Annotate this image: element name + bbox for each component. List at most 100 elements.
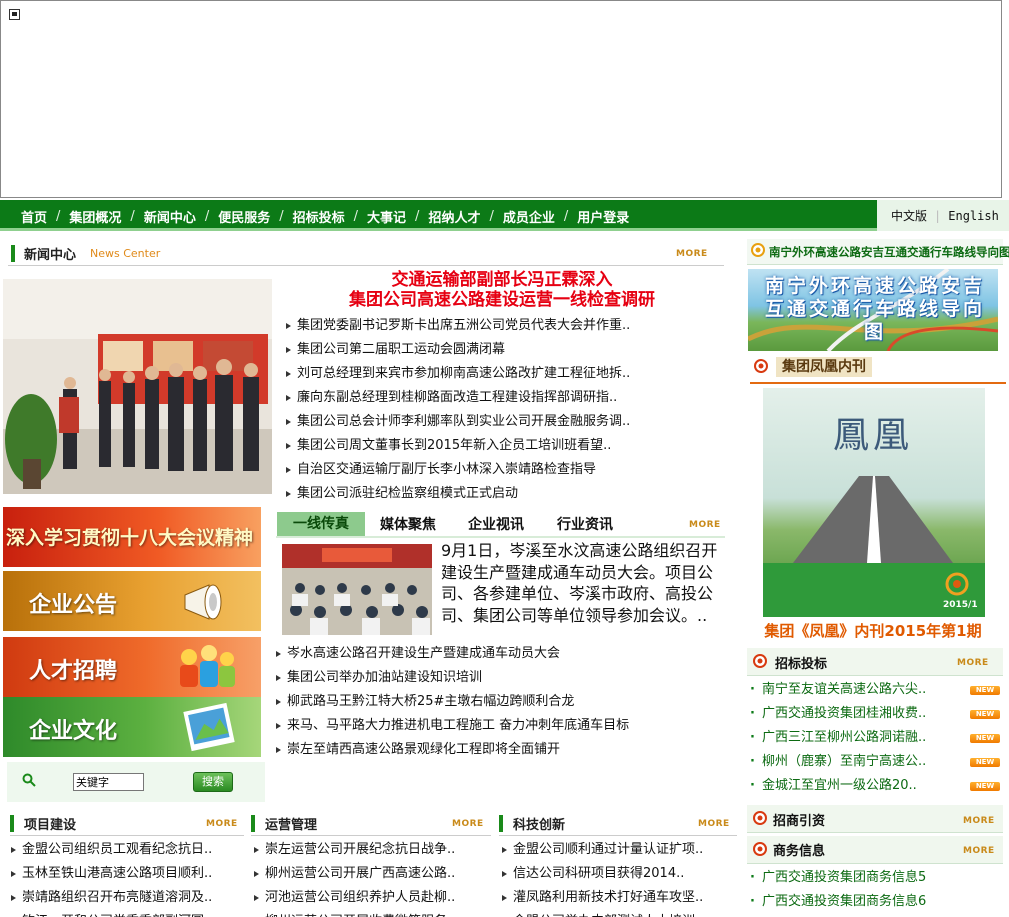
operation-item[interactable]: 柳州运营公司开展广西高速公路.. bbox=[251, 862, 479, 886]
news-item[interactable]: 刘可总经理到来宾市参加柳南高速公路改扩建工程征地拆.. bbox=[283, 362, 723, 386]
tab-frontline[interactable]: 一线传真 bbox=[277, 512, 365, 536]
tab-news-list: 岑水高速公路召开建设生产暨建成通车动员大会集团公司举办加油站建设知识培训柳武路马… bbox=[273, 642, 725, 762]
route-map-image[interactable]: 南宁外环高速公路安吉互通交通行车路线导向图 bbox=[748, 269, 998, 351]
tech-item[interactable]: 金盟公司举办内部测试人士培训.. bbox=[499, 910, 725, 917]
nav-item[interactable]: 新闻中心 bbox=[144, 207, 196, 226]
project-item[interactable]: 钦江…开和公司党委委部副河圆… bbox=[8, 910, 242, 917]
tab-industry[interactable]: 行业资讯 bbox=[557, 514, 613, 534]
promo-culture-label: 企业文化 bbox=[29, 719, 118, 744]
tab-news-item[interactable]: 柳武路马王黔江特大桥25#主墩右幅边跨顺利合龙 bbox=[273, 690, 725, 714]
tabs-more-link[interactable]: MORE bbox=[689, 520, 721, 530]
invest-more-link[interactable]: MORE bbox=[963, 816, 995, 826]
nav-separator: / bbox=[415, 209, 420, 224]
news-center-more-link[interactable]: MORE bbox=[676, 249, 708, 259]
promo-recruitment[interactable]: 人才招聘 bbox=[3, 637, 261, 697]
bidding-item[interactable]: 广西三江至柳州公路洞诺融.. NEW bbox=[748, 726, 1000, 750]
magazine-cover-title: 鳳凰 bbox=[833, 415, 914, 456]
project-item-text: 崇靖路组织召开布亮隧道溶洞及.. bbox=[22, 890, 213, 905]
news-item-text: 刘可总经理到来宾市参加柳南高速公路改扩建工程征地拆.. bbox=[297, 366, 631, 381]
bidding-item[interactable]: 南宁至友谊关高速公路六尖.. NEW bbox=[748, 678, 1000, 702]
tech-item[interactable]: 灌凤路利用新技术打好通车攻坚.. bbox=[499, 886, 725, 910]
project-item[interactable]: 崇靖路组织召开布亮隧道溶洞及.. bbox=[8, 886, 242, 910]
nav-item[interactable]: 大事记 bbox=[367, 207, 406, 226]
search-icon bbox=[22, 773, 36, 787]
route-map-caption: 南宁外环高速公路安吉互通交通行车路线导向图 bbox=[764, 275, 985, 343]
projects-more-link[interactable]: MORE bbox=[206, 819, 238, 829]
promo-study-spirit[interactable]: 深入学习贯彻十八大会议精神 bbox=[3, 507, 261, 567]
new-badge-icon: NEW bbox=[970, 734, 1000, 743]
news-center-header: 新闻中心 News Center MORE bbox=[8, 240, 724, 266]
news-item[interactable]: 集团公司派驻纪检监察组模式正式启动 bbox=[283, 482, 723, 506]
promo-study-label: 深入学习贯彻十八大会议精神 bbox=[6, 527, 254, 549]
feature-summary[interactable]: 9月1日，岑溪至水汶高速公路组织召开建设生产暨建成通车动员大会。项目公司、各参建… bbox=[441, 540, 731, 626]
bidding-header: 招标投标 MORE bbox=[747, 648, 1003, 676]
magazine-header: 集团凤凰内刊 bbox=[750, 354, 1006, 384]
nav-item[interactable]: 招纳人才 bbox=[428, 207, 480, 226]
news-item[interactable]: 廉向东副总经理到桂柳路面改造工程建设指挥部调研指.. bbox=[283, 386, 723, 410]
nav-item[interactable]: 便民服务 bbox=[218, 207, 270, 226]
feature-photo[interactable] bbox=[282, 544, 432, 635]
nav-items: 首页 / 集团概况 / 新闻中心 / 便民服务 / 招标投标 / 大事记 / 招纳人才 / 成员企业 / 用户登… bbox=[21, 207, 629, 226]
project-item[interactable]: 金盟公司组织员工观看纪念抗日.. bbox=[8, 838, 242, 862]
magazine-caption[interactable]: 集团《凤凰》内刊2015年第1期 bbox=[747, 620, 999, 641]
business-item-text: 广西交通投资集团商务信息6 bbox=[762, 894, 927, 909]
nav-separator: / bbox=[56, 209, 61, 224]
magazine-cover[interactable]: 鳳凰 2015/1 bbox=[763, 388, 985, 617]
operations-title: 运营管理 bbox=[265, 818, 318, 833]
nav-item[interactable]: 首页 bbox=[21, 207, 47, 226]
tech-item[interactable]: 信达公司科研项目获得2014.. bbox=[499, 862, 725, 886]
news-headline[interactable]: 交通运输部副部长冯正霖深入 集团公司高速公路建设运营一线检查调研 bbox=[282, 270, 722, 310]
new-badge-icon: NEW bbox=[970, 782, 1000, 791]
operation-item[interactable]: 河池运营公司组织养护人员赴柳.. bbox=[251, 886, 479, 910]
nav-item[interactable]: 用户登录 bbox=[577, 207, 629, 226]
operations-more-link[interactable]: MORE bbox=[452, 819, 484, 829]
bidding-item[interactable]: 柳州（鹿寨）至南宁高速公.. NEW bbox=[748, 750, 1000, 774]
tab-media[interactable]: 媒体聚焦 bbox=[380, 514, 436, 534]
tab-news-item-text: 集团公司举办加油站建设知识培训 bbox=[287, 670, 483, 685]
search-input[interactable] bbox=[73, 773, 144, 791]
megaphone-icon bbox=[184, 584, 222, 620]
nav-item[interactable]: 招标投标 bbox=[293, 207, 345, 226]
lang-english-link[interactable]: English bbox=[948, 209, 999, 223]
tab-news-item[interactable]: 岑水高速公路召开建设生产暨建成通车动员大会 bbox=[273, 642, 725, 666]
business-item[interactable]: 广西交通投资集团商务信息5 bbox=[748, 866, 1000, 890]
tab-news-item[interactable]: 来马、马平路大力推进机电工程施工 奋力冲刺年底通车目标 bbox=[273, 714, 725, 738]
bidding-item[interactable]: 金城江至宜州一级公路20.. NEW bbox=[748, 774, 1000, 798]
tab-news-item[interactable]: 集团公司举办加油站建设知识培训 bbox=[273, 666, 725, 690]
bidding-item[interactable]: 广西交通投资集团桂湘收费.. NEW bbox=[748, 702, 1000, 726]
news-item[interactable]: 集团公司总会计师李利娜率队到实业公司开展金融服务调.. bbox=[283, 410, 723, 434]
headline-line-1: 交通运输部副部长冯正霖深入 bbox=[391, 270, 613, 290]
language-switch: 中文版 | English bbox=[877, 200, 1009, 231]
tab-video[interactable]: 企业视讯 bbox=[468, 514, 524, 534]
section-marker bbox=[10, 815, 14, 832]
tab-news-item-text: 来马、马平路大力推进机电工程施工 奋力冲刺年底通车目标 bbox=[287, 718, 630, 733]
lang-chinese-link[interactable]: 中文版 bbox=[891, 207, 927, 224]
route-title[interactable]: 南宁外环高速公路安吉互通交通行车路线导向图 bbox=[769, 244, 1009, 260]
tech-item[interactable]: 金盟公司顺利通过计量认证扩项.. bbox=[499, 838, 725, 862]
search-button[interactable]: 搜索 bbox=[193, 772, 233, 792]
bullet-circle-icon bbox=[753, 654, 767, 668]
new-badge-icon: NEW bbox=[970, 758, 1000, 767]
business-more-link[interactable]: MORE bbox=[963, 846, 995, 856]
nav-item[interactable]: 集团概况 bbox=[69, 207, 121, 226]
bidding-more-link[interactable]: MORE bbox=[957, 658, 989, 668]
business-item[interactable]: 广西交通投资集团商务信息6 bbox=[748, 890, 1000, 914]
news-photo[interactable] bbox=[3, 279, 272, 494]
projects-list: 金盟公司组织员工观看纪念抗日.. 玉林至铁山港高速公路项目顺利.. 崇靖路组织召开布… bbox=[8, 838, 242, 917]
tab-news-item[interactable]: 崇左至靖西高速公路景观绿化工程即将全面铺开 bbox=[273, 738, 725, 762]
operation-item[interactable]: 柳州运营公司开展收费微笑服务.. bbox=[251, 910, 479, 917]
news-item[interactable]: 集团公司周文董事长到2015年新入企员工培训班看望.. bbox=[283, 434, 723, 458]
tech-more-link[interactable]: MORE bbox=[698, 819, 730, 829]
project-item[interactable]: 玉林至铁山港高速公路项目顺利.. bbox=[8, 862, 242, 886]
picture-frame-icon bbox=[183, 702, 235, 752]
operation-item-text: 崇左运营公司开展纪念抗日战争.. bbox=[265, 842, 456, 857]
nav-separator: / bbox=[353, 209, 359, 224]
promo-culture[interactable]: 企业文化 bbox=[3, 697, 261, 757]
nav-item[interactable]: 成员企业 bbox=[503, 207, 555, 226]
promo-announcement[interactable]: 企业公告 bbox=[3, 571, 261, 631]
news-item[interactable]: 自治区交通运输厅副厅长李小林深入崇靖路检查指导 bbox=[283, 458, 723, 482]
operation-item[interactable]: 崇左运营公司开展纪念抗日战争.. bbox=[251, 838, 479, 862]
missing-plugin-icon bbox=[9, 9, 20, 20]
news-item[interactable]: 集团公司第二届职工运动会圆满闭幕 bbox=[283, 338, 723, 362]
news-item[interactable]: 集团党委副书记罗斯卡出席五洲公司党员代表大会并作重.. bbox=[283, 314, 723, 338]
